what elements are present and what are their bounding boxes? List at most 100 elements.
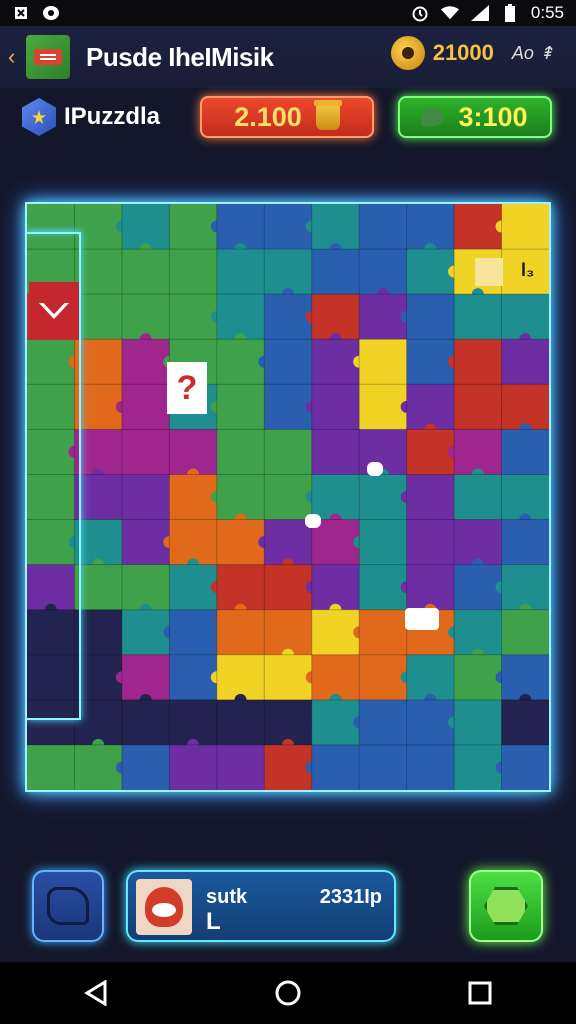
puzzle-piece[interactable] — [454, 564, 503, 611]
player-panel[interactable]: sutk L 2331Ip — [126, 870, 396, 942]
question-marker[interactable]: ? — [167, 362, 207, 414]
puzzle-piece[interactable] — [359, 339, 408, 385]
puzzle-piece[interactable] — [169, 564, 218, 611]
puzzle-piece[interactable] — [501, 204, 549, 250]
puzzle-piece[interactable] — [406, 744, 455, 790]
puzzle-piece[interactable] — [121, 564, 170, 611]
puzzle-piece[interactable] — [454, 519, 503, 566]
puzzle-piece[interactable] — [501, 609, 549, 656]
puzzle-piece[interactable] — [74, 294, 123, 340]
white-piece-center[interactable] — [305, 514, 321, 528]
puzzle-piece[interactable] — [454, 339, 503, 385]
puzzle-piece[interactable] — [406, 519, 455, 566]
puzzle-piece[interactable] — [264, 339, 313, 385]
puzzle-piece[interactable] — [169, 294, 218, 340]
puzzle-piece[interactable] — [264, 744, 313, 790]
puzzle-piece[interactable] — [169, 609, 218, 656]
puzzle-badge[interactable]: IPuzzdla — [22, 98, 160, 136]
puzzle-piece[interactable] — [406, 249, 455, 295]
puzzle-piece[interactable] — [264, 699, 313, 746]
selected-piece-chip[interactable] — [29, 282, 79, 340]
piece-hint-button[interactable] — [32, 870, 104, 942]
puzzle-piece[interactable] — [121, 519, 170, 566]
puzzle-piece[interactable] — [74, 339, 123, 385]
puzzle-piece[interactable] — [501, 744, 549, 790]
puzzle-piece[interactable] — [501, 474, 549, 521]
puzzle-piece[interactable] — [359, 699, 408, 746]
puzzle-piece[interactable] — [264, 294, 313, 340]
puzzle-piece[interactable] — [359, 249, 408, 295]
puzzle-piece[interactable] — [454, 654, 503, 701]
puzzle-piece[interactable] — [454, 384, 503, 430]
puzzle-piece[interactable] — [406, 564, 455, 611]
puzzle-piece[interactable] — [454, 744, 503, 790]
puzzle-piece[interactable] — [264, 204, 313, 250]
puzzle-piece[interactable] — [311, 429, 360, 475]
puzzle-piece[interactable] — [311, 699, 360, 746]
puzzle-piece[interactable] — [74, 564, 123, 611]
puzzle-piece[interactable] — [121, 384, 170, 430]
puzzle-piece[interactable] — [359, 654, 408, 701]
puzzle-piece[interactable] — [406, 294, 455, 340]
puzzle-piece[interactable] — [359, 744, 408, 790]
puzzle-piece[interactable] — [216, 564, 265, 611]
puzzle-piece[interactable] — [264, 474, 313, 521]
puzzle-piece[interactable] — [169, 429, 218, 475]
puzzle-piece[interactable] — [216, 519, 265, 566]
puzzle-piece[interactable] — [264, 384, 313, 430]
puzzle-piece[interactable] — [216, 384, 265, 430]
puzzle-piece[interactable] — [264, 249, 313, 295]
back-arrow-icon[interactable]: ‹ — [8, 44, 22, 70]
puzzle-piece[interactable] — [216, 249, 265, 295]
settings-label[interactable]: Ao ⇞ — [512, 43, 554, 64]
puzzle-piece[interactable] — [311, 744, 360, 790]
puzzle-piece[interactable] — [406, 204, 455, 250]
puzzle-piece[interactable] — [169, 699, 218, 746]
shape-button[interactable] — [469, 870, 543, 942]
nav-back-button[interactable] — [66, 963, 126, 1023]
puzzle-piece[interactable] — [454, 429, 503, 475]
puzzle-piece[interactable] — [311, 609, 360, 656]
puzzle-piece[interactable] — [216, 744, 265, 790]
star-piece[interactable] — [475, 258, 503, 286]
puzzle-piece[interactable] — [454, 204, 503, 250]
puzzle-piece[interactable] — [311, 474, 360, 521]
puzzle-piece[interactable] — [216, 429, 265, 475]
puzzle-piece[interactable] — [74, 699, 123, 746]
puzzle-board[interactable]: ? l₃ — [25, 202, 551, 792]
puzzle-piece[interactable] — [311, 249, 360, 295]
puzzle-piece[interactable] — [264, 519, 313, 566]
puzzle-piece[interactable] — [121, 609, 170, 656]
puzzle-piece[interactable] — [216, 474, 265, 521]
puzzle-piece[interactable] — [311, 339, 360, 385]
puzzle-piece[interactable] — [74, 204, 123, 250]
white-piece-small[interactable] — [367, 462, 383, 476]
puzzle-piece[interactable] — [264, 654, 313, 701]
puzzle-piece[interactable] — [74, 519, 123, 566]
puzzle-piece[interactable] — [311, 654, 360, 701]
puzzle-piece[interactable] — [74, 429, 123, 475]
puzzle-piece[interactable] — [359, 609, 408, 656]
puzzle-piece[interactable] — [406, 429, 455, 475]
puzzle-piece[interactable] — [74, 609, 123, 656]
puzzle-piece[interactable] — [406, 339, 455, 385]
puzzle-piece[interactable] — [359, 294, 408, 340]
puzzle-piece[interactable] — [359, 474, 408, 521]
puzzle-piece[interactable] — [406, 699, 455, 746]
puzzle-piece[interactable] — [406, 384, 455, 430]
puzzle-piece[interactable] — [121, 249, 170, 295]
puzzle-piece[interactable] — [501, 699, 549, 746]
puzzle-piece[interactable] — [169, 474, 218, 521]
puzzle-piece[interactable] — [311, 204, 360, 250]
puzzle-piece[interactable] — [216, 294, 265, 340]
puzzle-piece[interactable] — [454, 474, 503, 521]
puzzle-piece[interactable] — [216, 609, 265, 656]
puzzle-piece[interactable] — [406, 654, 455, 701]
puzzle-piece[interactable] — [74, 654, 123, 701]
puzzle-piece[interactable] — [169, 204, 218, 250]
puzzle-piece[interactable] — [359, 384, 408, 430]
nav-home-button[interactable] — [258, 963, 318, 1023]
puzzle-piece[interactable] — [74, 249, 123, 295]
puzzle-piece[interactable] — [121, 429, 170, 475]
puzzle-piece[interactable] — [359, 564, 408, 611]
